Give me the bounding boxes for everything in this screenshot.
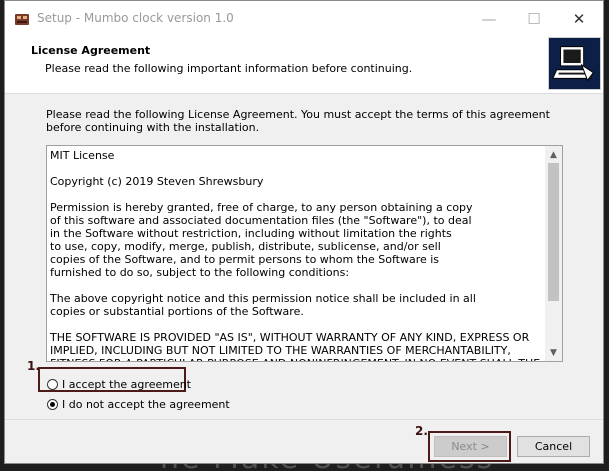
license-text-box[interactable]: MIT License Copyright (c) 2019 Steven Sh… <box>46 145 563 362</box>
scroll-thumb[interactable] <box>548 163 559 301</box>
license-intro-text: Please read the following License Agreem… <box>46 108 550 134</box>
scroll-down-button[interactable]: ▼ <box>545 344 562 361</box>
wizard-footer: 2. Next > Cancel <box>5 419 603 463</box>
accept-radio-button[interactable] <box>47 378 58 390</box>
minimize-button[interactable]: — <box>467 5 511 33</box>
wizard-header: License Agreement Please read the follow… <box>5 37 603 94</box>
installer-computer-icon <box>548 37 601 90</box>
next-button[interactable]: Next > <box>434 436 507 457</box>
accept-label: I accept the agreement <box>62 377 191 391</box>
license-scrollbar[interactable]: ▲ ▼ <box>545 146 562 361</box>
scroll-up-icon: ▲ <box>550 149 557 160</box>
page-subtitle: Please read the following important info… <box>45 62 413 75</box>
decline-agreement-option[interactable]: I do not accept the agreement <box>47 396 230 412</box>
scroll-down-icon: ▼ <box>550 347 557 358</box>
cancel-button[interactable]: Cancel <box>517 436 590 457</box>
maximize-icon: ☐ <box>527 10 541 28</box>
close-button[interactable]: ✕ <box>557 5 601 33</box>
accept-agreement-option[interactable]: I accept the agreement <box>47 376 191 392</box>
scroll-up-button[interactable]: ▲ <box>545 146 562 163</box>
decline-radio-button[interactable] <box>47 398 58 410</box>
annotation-label-2: 2. <box>415 424 428 438</box>
title-bar[interactable]: Setup - Mumbo clock version 1.0 — ☐ ✕ <box>5 1 603 37</box>
setup-app-icon <box>15 14 29 25</box>
setup-window: Setup - Mumbo clock version 1.0 — ☐ ✕ Li… <box>4 0 604 464</box>
decline-label: I do not accept the agreement <box>62 397 230 411</box>
license-text: MIT License Copyright (c) 2019 Steven Sh… <box>50 149 540 361</box>
page-title: License Agreement <box>31 44 151 57</box>
minimize-icon: — <box>481 10 497 28</box>
close-icon: ✕ <box>572 10 586 28</box>
wizard-body: Please read the following License Agreem… <box>5 94 603 419</box>
maximize-button[interactable]: ☐ <box>512 5 556 33</box>
window-title: Setup - Mumbo clock version 1.0 <box>37 11 234 25</box>
